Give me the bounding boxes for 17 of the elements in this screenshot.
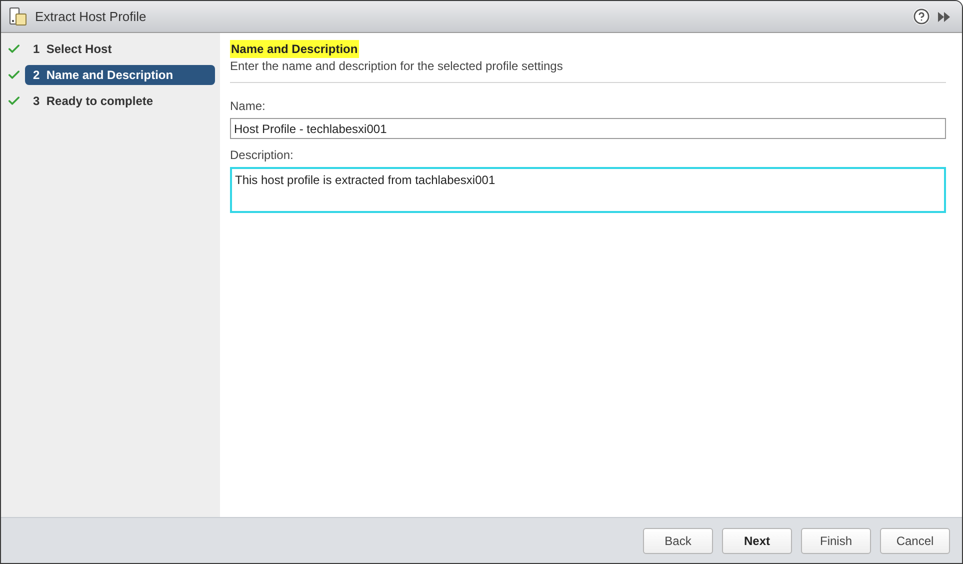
description-field[interactable]: This host profile is extracted from tachlabesxi001 [230, 167, 946, 213]
page-subtitle: Enter the name and description for the selected profile settings [230, 58, 564, 74]
dialog-button[interactable]: Back [643, 528, 713, 554]
field-label: Name: [230, 98, 266, 114]
expand-icon[interactable] [938, 12, 950, 22]
field-label: Description: [230, 147, 294, 163]
window-title: Extract Host Profile [35, 8, 146, 26]
help-icon[interactable] [913, 8, 930, 25]
name-field[interactable]: Host Profile - techlabesxi001 [230, 118, 946, 139]
step-item[interactable]: 2 Name and Description [25, 65, 215, 85]
step-item[interactable]: 3 Ready to complete [25, 91, 215, 111]
step-item[interactable]: 1 Select Host [25, 39, 215, 59]
dialog-button[interactable]: Finish [801, 528, 871, 554]
page-heading: Name and Description [230, 40, 359, 58]
profile-icon [9, 6, 27, 26]
dialog-button[interactable]: Cancel [880, 528, 950, 554]
dialog-button[interactable]: Next [722, 528, 792, 554]
